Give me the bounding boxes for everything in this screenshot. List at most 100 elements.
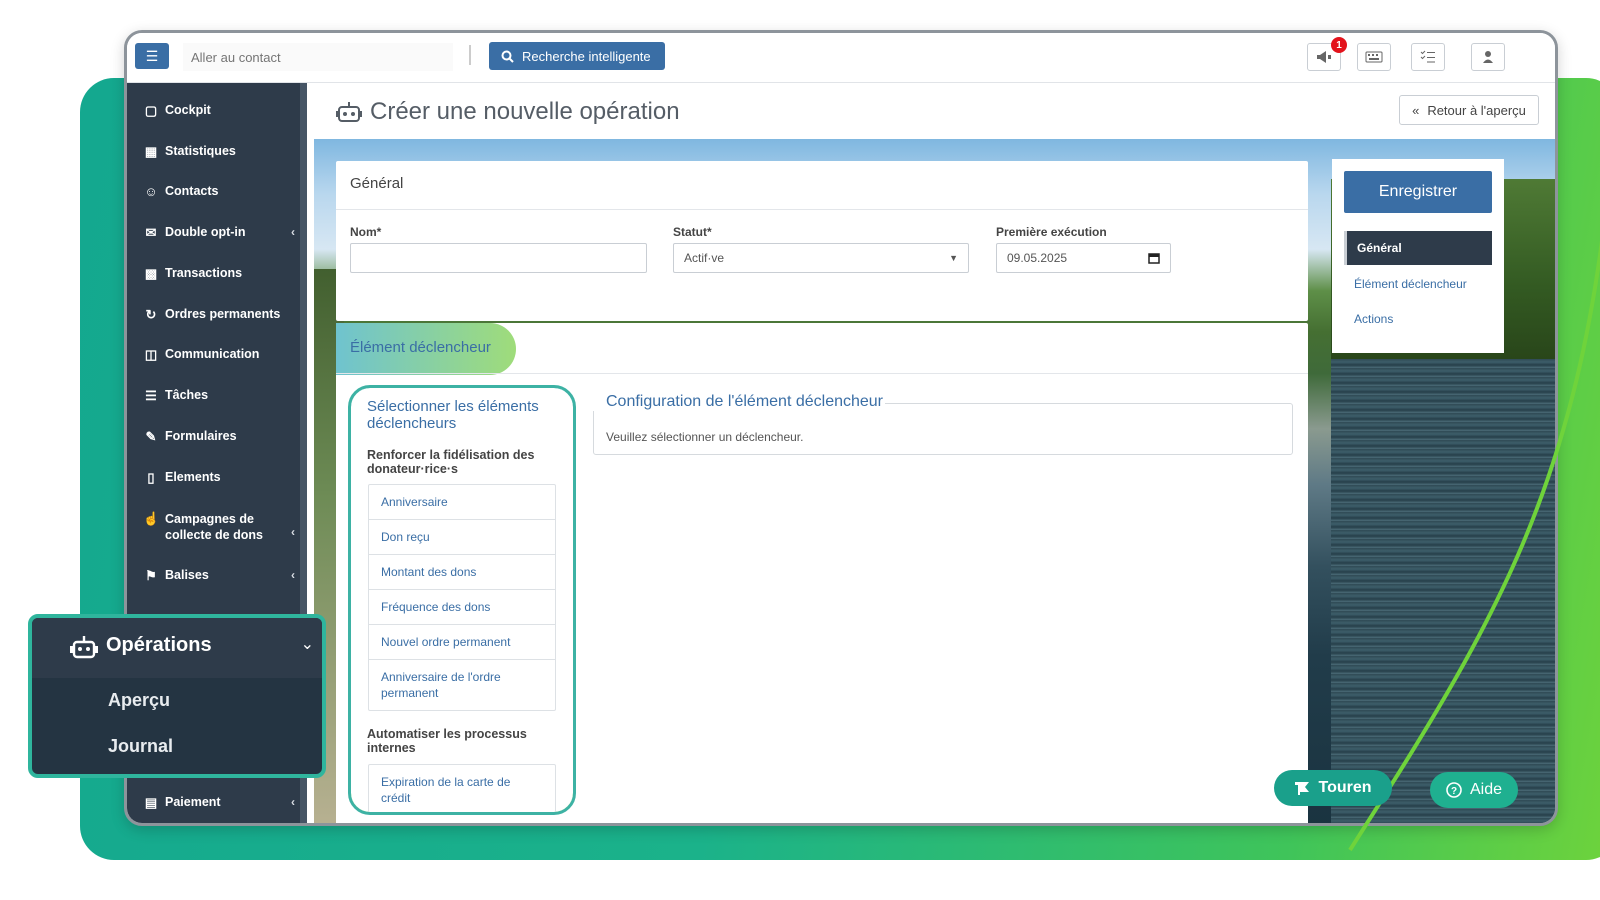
smart-search-label: Recherche intelligente (522, 48, 651, 64)
sidebar-item-campagnes[interactable]: ☝ Campagnes de collecte de dons ‹ (143, 511, 303, 543)
users-icon: ☺ (144, 184, 158, 199)
trigger-item[interactable]: Anniversaire de l'ordre permanent (369, 660, 555, 710)
double-chevron-left-icon: « (1412, 102, 1420, 118)
flag-icon (1295, 782, 1310, 795)
sidebar-item-taches[interactable]: ☰ Tâches (143, 388, 303, 404)
puzzle-icon: ▯ (147, 470, 155, 485)
sidebar-item-transactions[interactable]: ▩ Transactions (143, 266, 303, 282)
profile-button[interactable] (1471, 43, 1505, 71)
help-button[interactable]: ? Aide (1430, 772, 1518, 808)
trigger-item[interactable]: Don reçu (369, 520, 555, 555)
caret-down-icon: ▼ (949, 253, 958, 263)
screenshot-stage: ☰ Recherche intelligente 1 (0, 0, 1600, 900)
trigger-item[interactable]: Fréquence des dons (369, 590, 555, 625)
sidebar-item-communication[interactable]: ◫ Communication (143, 347, 303, 363)
thumbs-up-icon: ☝ (143, 511, 160, 526)
trigger-item[interactable]: Expiration de la carte de crédit (369, 765, 555, 812)
trigger-item[interactable]: Nouvel ordre permanent (369, 625, 555, 660)
keyboard-button[interactable] (1357, 43, 1391, 71)
status-select[interactable]: Actif·ve ▼ (673, 243, 969, 273)
checklist-icon (1420, 50, 1435, 63)
sidebar-item-label: Campagnes de collecte de dons (165, 512, 263, 542)
sidebar-item-label: Communication (165, 347, 260, 361)
contact-search-input[interactable] (183, 43, 453, 71)
sidebar-item-label: Paiement (165, 795, 221, 809)
sidebar-item-balises[interactable]: ⚑ Balises ‹ (143, 568, 303, 584)
sidebar-item-paiement[interactable]: ▤ Paiement ‹ (143, 795, 303, 811)
sidebar-item-label: Statistiques (165, 144, 236, 158)
back-to-overview-button[interactable]: « Retour à l'aperçu (1399, 95, 1539, 125)
sidebar-item-contacts[interactable]: ☺ Contacts (143, 184, 303, 199)
status-value: Actif·ve (684, 251, 725, 265)
general-card-title: Général (350, 175, 404, 192)
tag-icon: ⚑ (145, 568, 157, 583)
laptop-icon: ▢ (144, 103, 158, 118)
user-icon (1483, 51, 1493, 63)
page-header: Créer une nouvelle opération « Retour à … (314, 83, 1555, 139)
robot-icon (70, 636, 98, 659)
chevron-left-icon: ‹ (291, 568, 295, 582)
sidebar-item-label: Formulaires (165, 429, 237, 443)
trigger-list: Anniversaire Don reçu Montant des dons F… (368, 484, 556, 711)
search-icon (501, 50, 514, 63)
save-button[interactable]: Enregistrer (1344, 171, 1492, 213)
main-content: Créer une nouvelle opération « Retour à … (314, 83, 1555, 823)
chevron-left-icon: ‹ (291, 525, 295, 539)
section-nav-trigger[interactable]: Élément déclencheur (1344, 267, 1492, 301)
landscape-water (1331, 359, 1555, 823)
sidebar-item-label: Ordres permanents (165, 307, 281, 321)
sidebar-item-statistiques[interactable]: ▦ Statistiques (143, 144, 303, 160)
sidebar-item-label: Elements (165, 470, 221, 484)
operations-submenu-apercu[interactable]: Aperçu (108, 690, 170, 711)
operations-menu-header[interactable]: Opérations ⌄ (32, 618, 322, 678)
trigger-config-text: Veuillez sélectionner un déclencheur. (606, 430, 804, 444)
menu-button[interactable]: ☰ (135, 43, 169, 69)
sidebar-item-cockpit[interactable]: ▢ Cockpit (143, 103, 303, 119)
card-icon: ▤ (144, 795, 158, 810)
calendar-icon (1148, 253, 1160, 264)
sidebar-item-label: Balises (165, 568, 209, 582)
operations-submenu-journal[interactable]: Journal (108, 736, 173, 757)
background-landscape: Général Nom* Statut* Actif·ve ▼ Première… (314, 139, 1555, 823)
first-exec-date-input[interactable]: 09.05.2025 (996, 243, 1171, 273)
general-card: Général Nom* Statut* Actif·ve ▼ Première… (336, 161, 1308, 321)
tasks-button[interactable] (1411, 43, 1445, 71)
tasks-icon: ☰ (145, 388, 157, 403)
sidebar-item-label: Transactions (165, 266, 243, 280)
sidebar-item-label: Contacts (165, 184, 219, 198)
separator (469, 45, 471, 65)
section-nav-general[interactable]: Général (1344, 231, 1492, 265)
sidebar-item-double-opt-in[interactable]: ✉ Double opt-in ‹ (143, 225, 303, 241)
operations-menu-callout: Opérations ⌄ Aperçu Journal (28, 614, 326, 778)
sidebar-item-elements[interactable]: ▯ Elements (143, 470, 303, 486)
question-circle-icon: ? (1446, 782, 1462, 798)
page-title: Créer une nouvelle opération (370, 98, 680, 125)
sidebar-item-ordres-permanents[interactable]: ↻ Ordres permanents (143, 307, 303, 323)
trigger-card-title: Élément déclencheur (350, 339, 491, 356)
megaphone-icon (1317, 51, 1331, 63)
name-input[interactable] (350, 243, 647, 273)
divider (336, 209, 1308, 210)
recurring-icon: ↻ (145, 307, 157, 322)
smart-search-button[interactable]: Recherche intelligente (489, 42, 665, 70)
notification-badge: 1 (1331, 37, 1347, 53)
trigger-selection-panel: Sélectionner les éléments déclencheurs R… (348, 385, 576, 815)
back-button-label: Retour à l'aperçu (1427, 102, 1526, 118)
trigger-item[interactable]: Montant des dons (369, 555, 555, 590)
help-label: Aide (1469, 781, 1503, 798)
chevron-down-icon: ⌄ (300, 636, 314, 653)
sidebar-item-formulaires[interactable]: ✎ Formulaires (143, 429, 303, 445)
svg-text:?: ? (1451, 786, 1457, 797)
first-exec-value: 09.05.2025 (1007, 251, 1068, 265)
sidebar-item-label: Double opt-in (165, 225, 246, 239)
envelope-icon: ✉ (145, 225, 157, 240)
touren-button[interactable]: Touren (1274, 770, 1392, 806)
section-nav-actions[interactable]: Actions (1344, 302, 1492, 336)
trigger-group-title: Renforcer la fidélisation des donateur·r… (367, 448, 535, 476)
chevron-left-icon: ‹ (291, 225, 295, 239)
robot-icon (336, 102, 362, 122)
trigger-item[interactable]: Anniversaire (369, 485, 555, 520)
right-panel: Enregistrer Général Élément déclencheur … (1332, 159, 1504, 353)
operations-menu-title: Opérations (106, 634, 212, 656)
first-exec-label: Première exécution (996, 225, 1107, 239)
